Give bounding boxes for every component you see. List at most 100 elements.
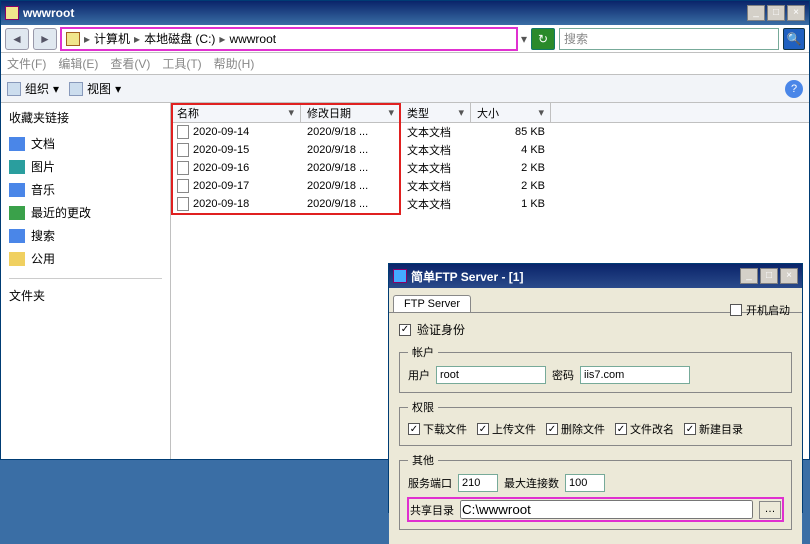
- user-input[interactable]: [436, 366, 546, 384]
- refresh-button[interactable]: ↻: [531, 28, 555, 50]
- verify-checkbox[interactable]: ✓: [399, 324, 411, 336]
- close-button[interactable]: ×: [787, 5, 805, 21]
- chevron-down-icon[interactable]: ▾: [538, 106, 544, 119]
- tab-ftp-server[interactable]: FTP Server: [393, 295, 471, 312]
- nav-forward-button[interactable]: ►: [33, 28, 57, 50]
- sidebar-item[interactable]: 搜索: [9, 224, 162, 247]
- autostart-checkbox[interactable]: [730, 304, 742, 316]
- chevron-down-icon[interactable]: ▾: [288, 106, 294, 119]
- cell-type: 文本文档: [401, 196, 471, 212]
- window-title: wwwroot: [23, 6, 747, 20]
- column-header[interactable]: 名称▾: [171, 103, 301, 122]
- cell-name: 2020-09-15: [171, 143, 301, 157]
- menu-help[interactable]: 帮助(H): [214, 55, 255, 72]
- breadcrumb-segment[interactable]: 本地磁盘 (C:): [144, 30, 215, 47]
- permission-checkbox[interactable]: ✓: [546, 423, 558, 435]
- verify-row: ✓ 验证身份: [399, 321, 792, 338]
- nav-back-button[interactable]: ◄: [5, 28, 29, 50]
- minimize-button[interactable]: _: [747, 5, 765, 21]
- ftp-title: 简单FTP Server - [1]: [411, 268, 740, 285]
- maximize-button[interactable]: □: [767, 5, 785, 21]
- share-label: 共享目录: [410, 502, 454, 518]
- permission-label: 新建目录: [699, 421, 743, 437]
- chevron-down-icon: ▾: [53, 82, 59, 96]
- minimize-button[interactable]: _: [740, 268, 758, 284]
- maxconn-input[interactable]: [565, 474, 605, 492]
- other-group: 其他 服务端口 最大连接数 共享目录 …: [399, 452, 792, 530]
- password-input[interactable]: [580, 366, 690, 384]
- permission-label: 下载文件: [423, 421, 467, 437]
- share-dir-input[interactable]: [460, 500, 753, 519]
- chevron-down-icon[interactable]: ▾: [388, 106, 394, 119]
- sidebar-item-label: 音乐: [31, 181, 55, 198]
- permission-checkbox[interactable]: ✓: [477, 423, 489, 435]
- menu-edit[interactable]: 编辑(E): [58, 55, 98, 72]
- sidebar-icon: [9, 137, 25, 151]
- sidebar-icon: [9, 183, 25, 197]
- sidebar-item[interactable]: 音乐: [9, 178, 162, 201]
- favorites-header: 收藏夹链接: [9, 109, 162, 126]
- search-button[interactable]: 🔍: [783, 28, 805, 50]
- column-label: 修改日期: [307, 105, 351, 121]
- column-header[interactable]: 修改日期 ▾: [301, 103, 401, 122]
- table-row[interactable]: 2020-09-152020/9/18 ...文本文档4 KB: [171, 141, 809, 159]
- chevron-right-icon: ▸: [134, 32, 140, 46]
- sidebar-item[interactable]: 最近的更改: [9, 201, 162, 224]
- sidebar-icon: [9, 160, 25, 174]
- close-button[interactable]: ×: [780, 268, 798, 284]
- cell-type: 文本文档: [401, 178, 471, 194]
- help-button[interactable]: ?: [785, 80, 803, 98]
- explorer-titlebar: wwwroot _ □ ×: [1, 1, 809, 25]
- views-icon: [69, 82, 83, 96]
- cell-type: 文本文档: [401, 160, 471, 176]
- maximize-button[interactable]: □: [760, 268, 778, 284]
- permission-label: 上传文件: [492, 421, 536, 437]
- sidebar-item-label: 图片: [31, 158, 55, 175]
- cell-date: 2020/9/18 ...: [301, 180, 401, 192]
- permissions-legend: 权限: [408, 399, 438, 415]
- app-icon: [393, 269, 407, 283]
- organize-button[interactable]: 组织 ▾: [7, 80, 59, 97]
- breadcrumb-segment[interactable]: 计算机: [94, 30, 130, 47]
- cell-type: 文本文档: [401, 142, 471, 158]
- menu-file[interactable]: 文件(F): [7, 55, 46, 72]
- permission-item: ✓文件改名: [615, 421, 674, 437]
- permission-item: ✓新建目录: [684, 421, 743, 437]
- permission-checkbox[interactable]: ✓: [408, 423, 420, 435]
- breadcrumb-segment[interactable]: wwwroot: [229, 32, 276, 46]
- cell-size: 1 KB: [471, 198, 551, 210]
- permissions-group: 权限 ✓下载文件✓上传文件✓删除文件✓文件改名✓新建目录: [399, 399, 792, 446]
- port-input[interactable]: [458, 474, 498, 492]
- column-header[interactable]: 大小▾: [471, 103, 551, 122]
- text-file-icon: [177, 125, 189, 139]
- menu-bar: 文件(F) 编辑(E) 查看(V) 工具(T) 帮助(H): [1, 53, 809, 75]
- sidebar-item[interactable]: 公用: [9, 247, 162, 270]
- column-label: 类型: [407, 105, 429, 121]
- sidebar-item[interactable]: 图片: [9, 155, 162, 178]
- autostart-row: 开机启动: [730, 302, 790, 318]
- breadcrumb[interactable]: ▸ 计算机 ▸ 本地磁盘 (C:) ▸ wwwroot: [61, 28, 517, 50]
- table-row[interactable]: 2020-09-142020/9/18 ...文本文档85 KB: [171, 123, 809, 141]
- nav-row: ◄ ► ▸ 计算机 ▸ 本地磁盘 (C:) ▸ wwwroot ▾ ↻ 搜索 🔍: [1, 25, 809, 53]
- chevron-down-icon[interactable]: ▾: [458, 106, 464, 119]
- folders-header[interactable]: 文件夹: [9, 287, 162, 304]
- permission-checkbox[interactable]: ✓: [615, 423, 627, 435]
- sidebar-item[interactable]: 文档: [9, 132, 162, 155]
- sidebar-icon: [9, 252, 25, 266]
- column-headers: 名称▾修改日期▾类型▾大小▾: [171, 103, 809, 123]
- sidebar-item-label: 最近的更改: [31, 204, 91, 221]
- ftp-window: 简单FTP Server - [1] _ □ × FTP Server ✓ 验证…: [388, 263, 803, 513]
- search-input[interactable]: 搜索: [559, 28, 779, 50]
- column-header[interactable]: 类型 ▾: [401, 103, 471, 122]
- views-button[interactable]: 视图 ▾: [69, 80, 121, 97]
- table-row[interactable]: 2020-09-182020/9/18 ...文本文档1 KB: [171, 195, 809, 213]
- menu-tools[interactable]: 工具(T): [162, 55, 201, 72]
- cell-type: 文本文档: [401, 124, 471, 140]
- share-row: 共享目录 …: [408, 498, 783, 521]
- menu-view[interactable]: 查看(V): [110, 55, 150, 72]
- cell-date: 2020/9/18 ...: [301, 198, 401, 210]
- table-row[interactable]: 2020-09-172020/9/18 ...文本文档2 KB: [171, 177, 809, 195]
- dropdown-icon[interactable]: ▾: [521, 32, 527, 46]
- permission-checkbox[interactable]: ✓: [684, 423, 696, 435]
- table-row[interactable]: 2020-09-162020/9/18 ...文本文档2 KB: [171, 159, 809, 177]
